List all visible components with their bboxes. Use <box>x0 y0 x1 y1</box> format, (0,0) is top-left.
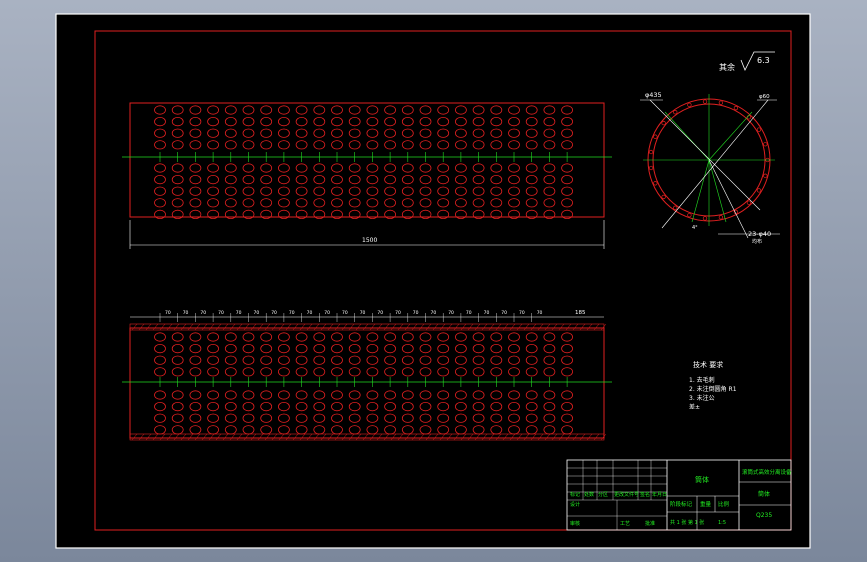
cad-drawing-viewport[interactable]: 1500 70 70 70 70 70 70 70 70 70 70 70 70 70 70 70 70 70 7… <box>0 0 867 562</box>
pitch-label: 70 <box>165 310 171 316</box>
project-name: 滚筒式高效分离设备 <box>742 468 792 476</box>
tech-req-title: 技术 要求 <box>693 360 723 369</box>
tech-req-item-1: 1. 去毛刺 <box>689 376 715 384</box>
pitch-label: 70 <box>431 310 437 316</box>
outer-diameter-label: φ435 <box>645 91 662 99</box>
drawing-sheet <box>55 13 811 549</box>
pitch-label: 70 <box>537 310 543 316</box>
hole-diameter-label: φ60 <box>759 94 770 100</box>
material: Q235 <box>756 512 772 519</box>
tech-req-item-2: 2. 未注倒圆角 R1 <box>689 385 737 393</box>
pitch-label: 70 <box>271 310 277 316</box>
end-spacing-dimension: 185 <box>575 310 586 316</box>
pitch-label: 70 <box>289 310 295 316</box>
design-label: 设计 <box>570 501 580 508</box>
approve-label: 批准 <box>645 520 655 527</box>
process-label: 工艺 <box>620 521 630 527</box>
pitch-label: 70 <box>324 310 330 316</box>
pitch-label: 70 <box>236 310 242 316</box>
pitch-label: 70 <box>413 310 419 316</box>
tech-req-item-4: 差± <box>689 403 700 411</box>
pitch-label: 70 <box>360 310 366 316</box>
sign-label-mark: 标记 <box>570 491 580 498</box>
pitch-label: 70 <box>342 310 348 316</box>
drawing-number: 筒体 <box>758 490 770 498</box>
pitch-label: 70 <box>200 310 206 316</box>
pitch-label: 70 <box>484 310 490 316</box>
pitch-label: 70 <box>501 310 507 316</box>
pitch-label: 70 <box>218 310 224 316</box>
pitch-label: 70 <box>466 310 472 316</box>
tech-req-item-3: 3. 未注公 <box>689 394 715 402</box>
roughness-value: 6.3 <box>757 56 770 65</box>
sign-label-zone: 分区 <box>598 491 608 498</box>
sign-label-signature: 签名 <box>640 491 650 498</box>
sign-label-date: 年月日 <box>652 491 667 498</box>
part-name: 筒体 <box>695 475 709 484</box>
roughness-note: 其余 <box>719 62 735 72</box>
pitch-label: 70 <box>519 310 525 316</box>
length-dimension: 1500 <box>362 237 377 244</box>
pitch-label: 70 <box>307 310 313 316</box>
sheet-info: 共 1 张 第 1 张 <box>670 519 704 526</box>
weight-label: 重量 <box>700 500 712 508</box>
pitch-label: 70 <box>254 310 260 316</box>
scale-label: 比例 <box>718 500 730 508</box>
stage-mark: 阶段标记 <box>670 500 693 508</box>
pitch-label: 70 <box>448 310 454 316</box>
pitch-label: 70 <box>183 310 189 316</box>
sign-label-count: 处数 <box>584 491 594 498</box>
hole-callout-label: 23-φ40 <box>748 230 771 238</box>
pitch-label: 70 <box>377 310 383 316</box>
audit-label: 审核 <box>570 520 580 527</box>
hole-callout-sub: 均布 <box>752 238 762 245</box>
pitch-label: 70 <box>395 310 401 316</box>
sign-label-doc: 更改文件号 <box>614 491 639 498</box>
angle-label: 4° <box>692 225 698 231</box>
scale-value: 1:5 <box>718 520 726 526</box>
